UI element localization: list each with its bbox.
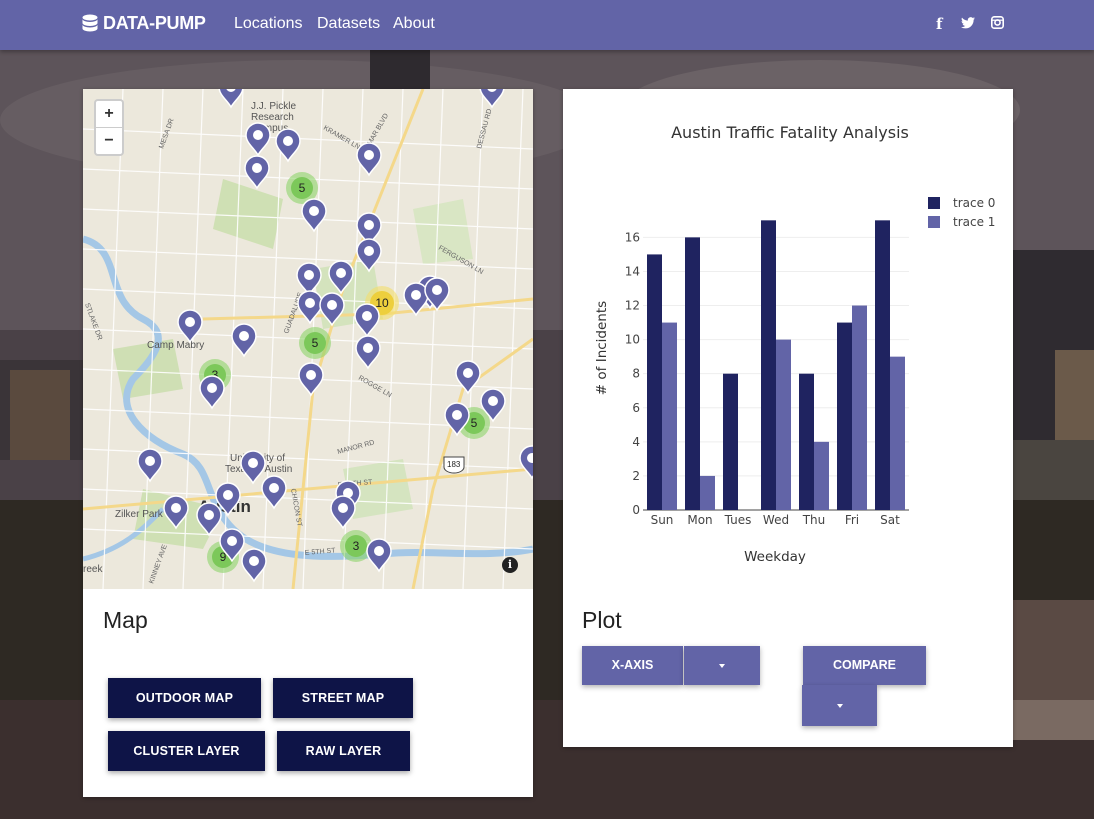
bar-trace-0-fri	[837, 322, 852, 510]
plot-title: Plot	[582, 607, 622, 633]
x-tick-label: Wed	[763, 513, 789, 527]
bar-trace-0-wed	[761, 220, 776, 510]
x-axis-button[interactable]: X-AXIS	[582, 646, 683, 685]
y-tick-label: 12	[625, 299, 640, 313]
chart-legend[interactable]: trace 0 trace 1	[928, 196, 995, 229]
bar-trace-0-tues	[723, 373, 738, 510]
cluster-count[interactable]: 5	[299, 181, 306, 195]
x-tick-label: Sat	[880, 513, 900, 527]
navbar: DATA-PUMP Locations Datasets About f	[0, 0, 1094, 50]
plot-card: Austin Traffic Fatality Analysis 0 2 4 6 8 10…	[563, 89, 1013, 747]
zoom-out-button[interactable]: −	[96, 128, 122, 154]
bar-trace-0-sun	[647, 254, 662, 510]
x-tick-label: Tues	[724, 513, 752, 527]
route-shield-icon: 183	[443, 456, 465, 474]
chart-title: Austin Traffic Fatality Analysis	[671, 123, 909, 142]
y-tick-label: 16	[625, 230, 640, 244]
x-axis-dropdown-button[interactable]	[684, 646, 760, 685]
route-label: 183	[447, 460, 461, 469]
compare-button[interactable]: COMPARE	[803, 646, 926, 685]
x-tick-label: Fri	[845, 513, 859, 527]
facebook-icon[interactable]: f	[936, 15, 942, 33]
legend-label: trace 0	[953, 196, 995, 210]
bar-trace-1-sun	[662, 322, 677, 510]
bar-trace-0-mon	[685, 237, 700, 510]
cluster-count[interactable]: 3	[353, 539, 360, 553]
y-tick-label: 14	[625, 264, 640, 278]
compare-dropdown-button[interactable]	[802, 685, 877, 726]
legend-label: trace 1	[953, 215, 995, 229]
x-tick-label: Sun	[651, 513, 674, 527]
x-tick-label: Mon	[687, 513, 712, 527]
map-label-creek: reek	[83, 564, 103, 575]
raw-layer-button[interactable]: RAW LAYER	[277, 731, 410, 771]
map-label-research: Research	[251, 112, 294, 123]
x-axis-label: Weekday	[744, 549, 806, 565]
legend-swatch	[928, 197, 940, 209]
cluster-count[interactable]: 5	[312, 336, 319, 350]
nav-locations[interactable]: Locations	[234, 15, 303, 33]
brand-label: DATA-PUMP	[103, 13, 206, 33]
map-label-zilker: Zilker Park	[115, 509, 164, 520]
brand-link[interactable]: DATA-PUMP	[82, 13, 206, 34]
cluster-count[interactable]: 5	[471, 416, 478, 430]
caret-down-icon	[719, 663, 725, 668]
street-map-button[interactable]: STREET MAP	[273, 678, 413, 718]
bar-trace-1-wed	[776, 339, 791, 510]
bar-trace-1-mon	[700, 475, 715, 510]
bar-trace-1-fri	[852, 305, 867, 510]
map-label-pickle: J.J. Pickle	[251, 101, 296, 112]
bar-trace-1-thu	[814, 441, 829, 510]
map-title: Map	[103, 607, 148, 633]
y-tick-label: 4	[632, 435, 640, 449]
x-tick-label: Thu	[802, 513, 826, 527]
map-card: J.J. Pickle Research Campus Camp Mabry U…	[83, 89, 533, 797]
info-icon[interactable]: i	[502, 557, 518, 573]
instagram-icon[interactable]	[991, 16, 1004, 29]
outdoor-map-button[interactable]: OUTDOOR MAP	[108, 678, 261, 718]
map-view[interactable]: J.J. Pickle Research Campus Camp Mabry U…	[83, 89, 533, 589]
bar-trace-1-sat	[890, 356, 905, 510]
zoom-control: + −	[94, 99, 124, 156]
y-tick-label: 10	[625, 333, 640, 347]
zoom-in-button[interactable]: +	[96, 101, 122, 128]
bar-trace-0-thu	[799, 373, 814, 510]
database-icon	[82, 14, 98, 31]
twitter-icon[interactable]	[961, 17, 975, 29]
y-tick-label: 8	[632, 367, 640, 381]
legend-swatch	[928, 216, 940, 228]
caret-down-icon	[836, 703, 843, 708]
map-label-camp-mabry: Camp Mabry	[147, 340, 204, 351]
y-tick-label: 0	[632, 503, 640, 517]
y-tick-label: 2	[632, 469, 640, 483]
map-tiles: J.J. Pickle Research Campus Camp Mabry U…	[83, 89, 533, 589]
nav-datasets[interactable]: Datasets	[317, 15, 380, 33]
nav-about[interactable]: About	[393, 15, 435, 33]
cluster-layer-button[interactable]: CLUSTER LAYER	[108, 731, 265, 771]
y-axis-label: # of Incidents	[594, 301, 610, 395]
y-tick-label: 6	[632, 401, 640, 415]
bar-trace-0-sat	[875, 220, 890, 510]
cluster-count[interactable]: 10	[375, 296, 389, 310]
bar-chart: Austin Traffic Fatality Analysis 0 2 4 6 8 10…	[594, 123, 995, 565]
